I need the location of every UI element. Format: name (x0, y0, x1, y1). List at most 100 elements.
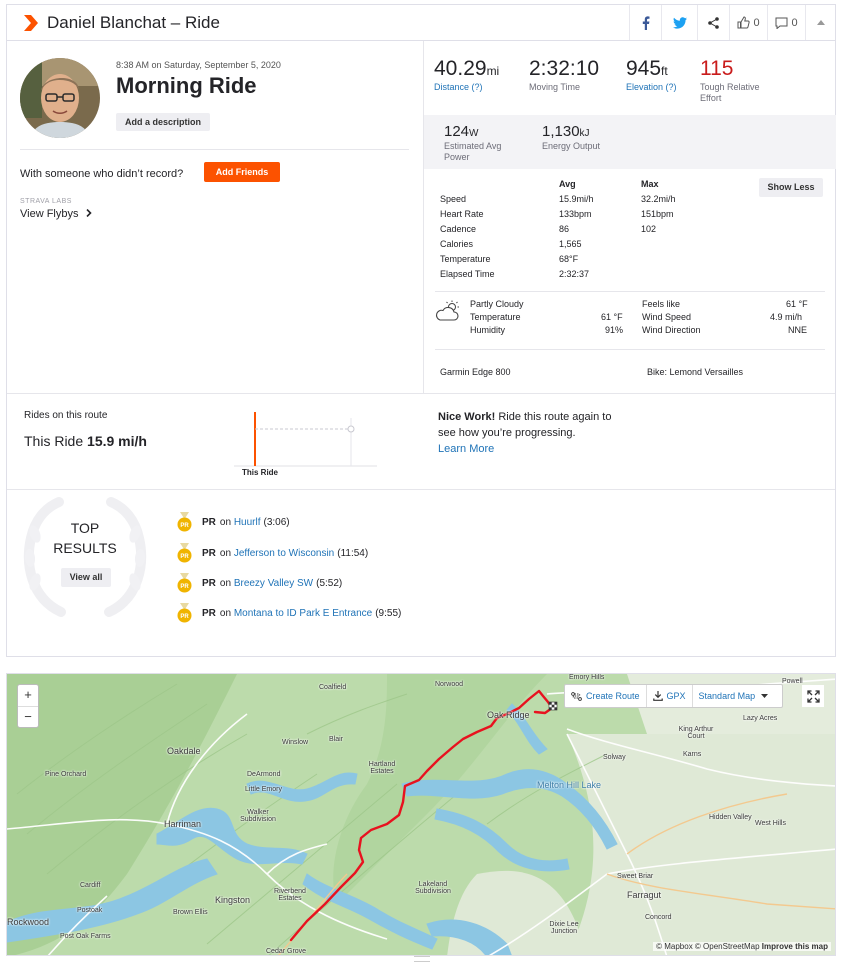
top-results-title-2: RESULTS (53, 540, 117, 556)
athlete-photo (20, 58, 100, 138)
strava-chevron-icon (24, 15, 38, 31)
distance-value: 40.29 (434, 57, 487, 80)
pr-on: on (219, 577, 232, 589)
segment-link[interactable]: Montana to ID Park E Entrance (234, 608, 372, 619)
collapse-button[interactable] (805, 5, 835, 40)
twitter-share-button[interactable] (661, 5, 697, 40)
map-label: Kingston (215, 895, 251, 905)
segment-link[interactable]: Huurlf (234, 517, 261, 528)
route-map[interactable]: Coalfield Norwood Emory Hills Powell Oak… (6, 673, 836, 956)
power-stat: 124W Estimated Avg Power (444, 123, 501, 162)
map-attribution: © Mapbox © OpenStreetMap Improve this ma… (653, 942, 831, 951)
comment-count: 0 (791, 16, 798, 29)
map-resize-handle[interactable] (414, 956, 430, 962)
zoom-in-button[interactable]: + (18, 685, 38, 706)
feels-like-label: Feels like (642, 299, 681, 309)
add-description-button[interactable]: Add a description (116, 113, 210, 131)
segment-link[interactable]: Jefferson to Wisconsin (234, 548, 334, 559)
pr-on: on (219, 516, 232, 528)
route-comparison: Rides on this route This Ride 15.9 mi/h … (7, 393, 835, 489)
improve-map-link[interactable]: Improve this map (762, 942, 828, 951)
distance-label[interactable]: Distance (?) (434, 82, 499, 92)
view-flybys-link[interactable]: View Flybys (20, 208, 92, 220)
elevation-label[interactable]: Elevation (?) (626, 82, 677, 92)
route-chart: This Ride (231, 404, 377, 482)
create-route-button[interactable]: Create Route (565, 685, 646, 707)
stats-row: Temperature 68°F (435, 254, 825, 269)
create-route-icon (571, 691, 582, 701)
pr-badge: PR (202, 607, 216, 619)
elevation-stat: 945ft Elevation (?) (626, 57, 677, 92)
weather-temperature-label: Temperature (470, 312, 521, 322)
chevron-down-icon (761, 694, 769, 698)
map-style-select[interactable]: Standard Map (691, 685, 783, 707)
thumbs-up-icon (737, 16, 751, 29)
list-item: PR PR on Jefferson to Wisconsin (11:54) (177, 543, 368, 563)
route-chart-label: This Ride (242, 468, 279, 477)
pr-on: on (219, 547, 232, 559)
divider (20, 149, 409, 150)
gpx-export-button[interactable]: GPX (645, 685, 692, 707)
nice-work-bold: Nice Work! (438, 411, 496, 423)
segment-link[interactable]: Breezy Valley SW (234, 578, 313, 589)
twitter-icon (672, 16, 687, 29)
avatar[interactable] (20, 58, 100, 138)
view-flybys-label: View Flybys (20, 208, 79, 220)
attribution-text[interactable]: © Mapbox © OpenStreetMap (656, 942, 762, 951)
map-label: Brown Ellis (173, 909, 208, 916)
weather-temperature: 61 °F (601, 312, 623, 322)
max-header: Max (641, 179, 659, 189)
svg-text:PR: PR (180, 554, 189, 560)
map-label: Dixie Lee Junction (549, 921, 579, 935)
map-label: Hartland Estates (368, 761, 396, 775)
moving-time-label: Moving Time (529, 82, 581, 92)
add-friends-button[interactable]: Add Friends (204, 162, 280, 182)
this-ride-stat: This Ride 15.9 mi/h (24, 433, 147, 449)
zoom-out-button[interactable]: − (18, 706, 38, 727)
view-all-button[interactable]: View all (61, 568, 111, 587)
share-icon (708, 16, 719, 29)
facebook-share-button[interactable] (629, 5, 661, 40)
relative-effort-stat[interactable]: 115 Tough Relative Effort (700, 57, 760, 103)
power-label-1: Estimated Avg (444, 141, 502, 151)
map-style-label: Standard Map (698, 691, 756, 701)
moving-time-value: 2:32:10 (529, 57, 600, 80)
top-results-title-1: TOP (70, 520, 100, 536)
segment-time: (3:06) (263, 516, 290, 528)
device-name: Garmin Edge 800 (440, 367, 511, 377)
stats-row: Elapsed Time 2:32:37 (435, 269, 825, 284)
fullscreen-button[interactable] (802, 685, 824, 707)
map-label: Coalfield (319, 684, 347, 691)
chevron-up-icon (816, 20, 825, 25)
map-label: Concord (645, 914, 672, 921)
pr-badge: PR (202, 577, 216, 589)
pr-medal-icon: PR (177, 543, 192, 563)
header-actions: 0 0 (629, 5, 835, 40)
comment-button[interactable]: 0 (767, 5, 805, 40)
weather-panel: Partly Cloudy Temperature 61 °F Humidity… (435, 299, 825, 349)
row-avg: 133bpm (559, 209, 592, 219)
map-label: Harriman (164, 819, 202, 829)
stats-row: Cadence 86 102 (435, 224, 825, 239)
wind-speed-value: 4.9 mi/h (770, 312, 803, 322)
pr-medal-icon: PR (177, 573, 192, 593)
map-label: Little Emory (245, 786, 282, 793)
learn-more-link[interactable]: Learn More (438, 443, 494, 455)
this-ride-prefix: This Ride (24, 433, 84, 449)
map-label: Powell (782, 678, 803, 685)
kudos-count: 0 (753, 16, 760, 29)
map-label: Solway (603, 754, 626, 761)
row-max: 32.2mi/h (641, 194, 676, 204)
route-label: Rides on this route (24, 410, 108, 421)
feels-like-value: 61 °F (786, 299, 808, 309)
weather-condition: Partly Cloudy (470, 299, 524, 309)
divider (435, 291, 825, 292)
map-label: Cedar Grove (266, 948, 307, 955)
kudos-button[interactable]: 0 (729, 5, 767, 40)
row-avg: 86 (559, 224, 570, 234)
map-label: West Hills (755, 820, 786, 827)
activity-name: Morning Ride (116, 73, 257, 98)
share-button[interactable] (697, 5, 729, 40)
wind-direction-value: NNE (788, 325, 808, 335)
map-label: Karns (683, 751, 702, 758)
